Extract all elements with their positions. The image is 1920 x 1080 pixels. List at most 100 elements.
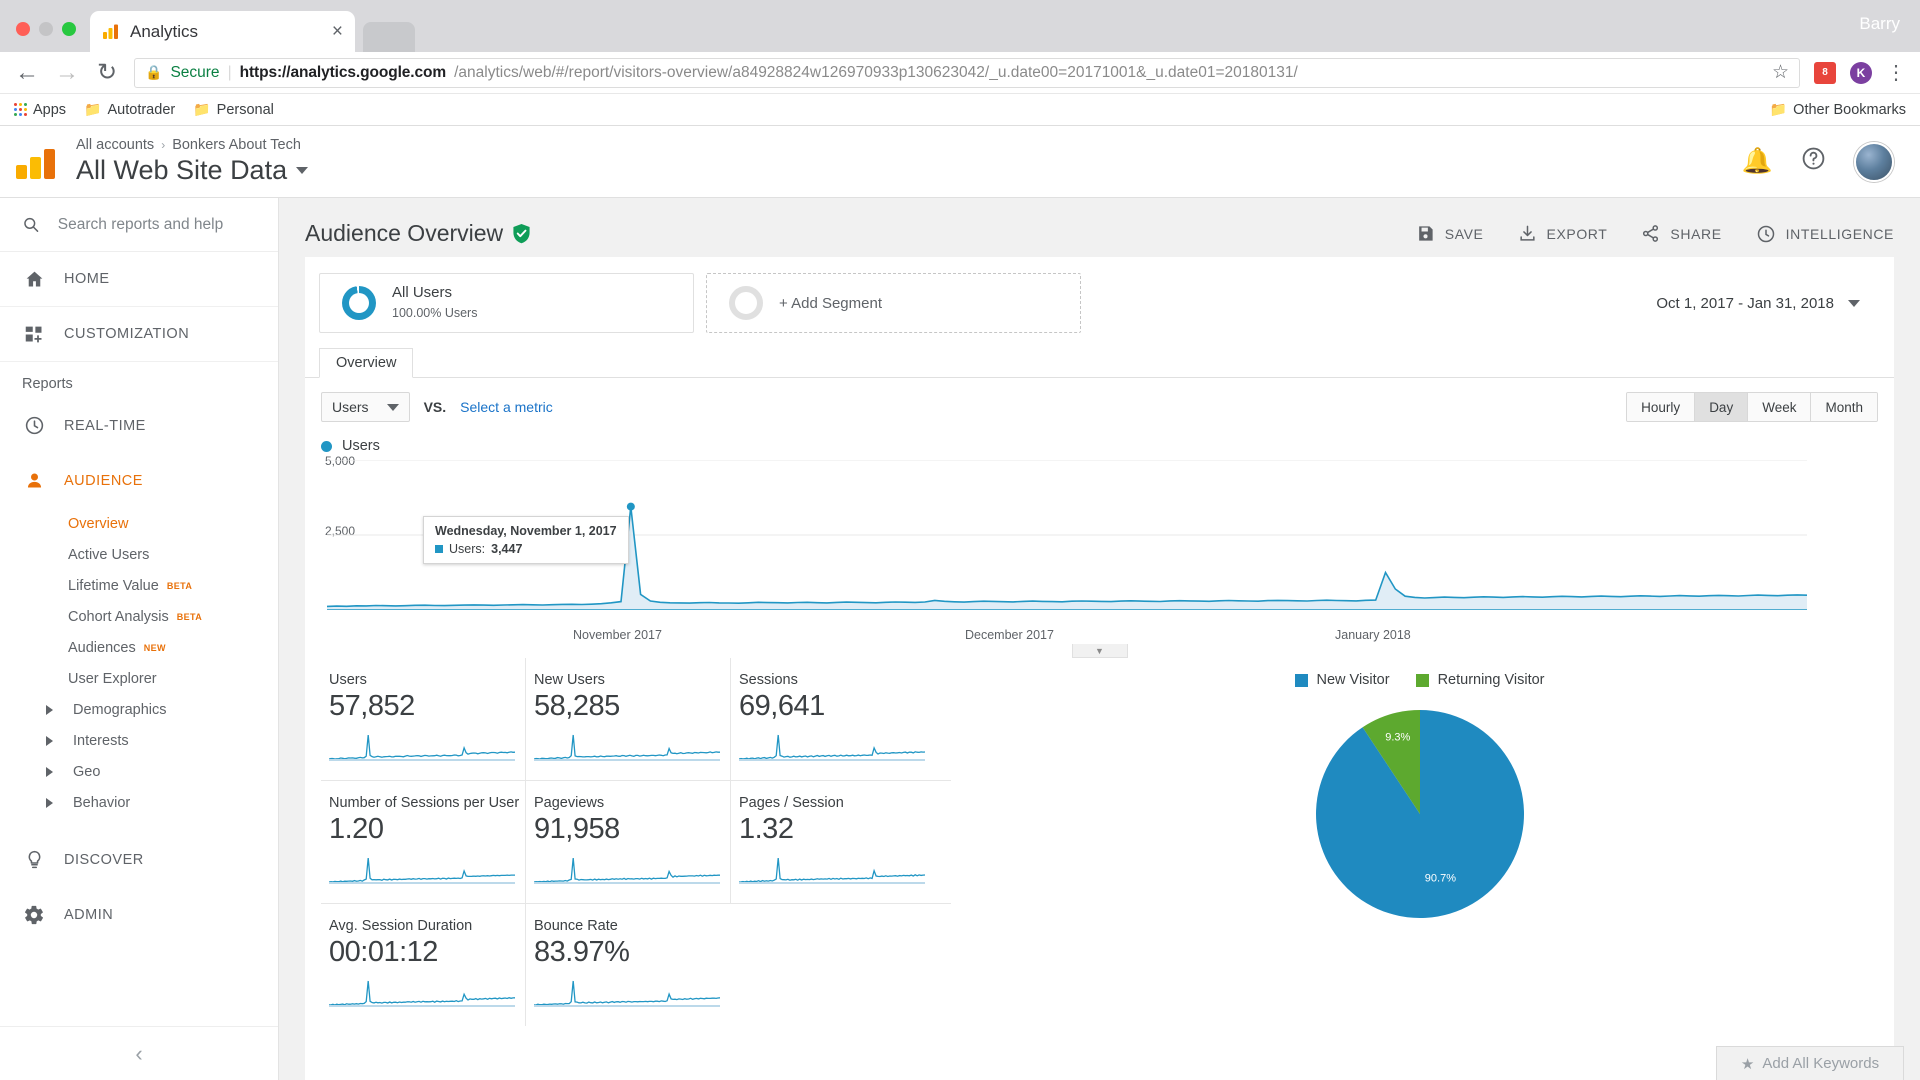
other-bookmarks-label: Other Bookmarks — [1793, 101, 1906, 118]
new-tab-button[interactable] — [363, 22, 415, 52]
browser-tab[interactable]: Analytics × — [90, 11, 355, 52]
add-segment-donut-icon — [729, 286, 763, 320]
vs-label: VS. — [423, 399, 447, 415]
clock-icon — [22, 415, 46, 436]
segment-all-users[interactable]: All Users 100.00% Users — [319, 273, 694, 333]
beta-tag: BETA — [176, 611, 203, 622]
pie-legend-returning-visitor[interactable]: Returning Visitor — [1415, 672, 1545, 688]
back-button[interactable]: ← — [14, 59, 40, 87]
subitem-label: User Explorer — [68, 670, 157, 687]
search-reports-row[interactable] — [0, 198, 278, 252]
address-bar[interactable]: 🔒 Secure | https://analytics.google.com … — [134, 57, 1800, 88]
metric-card-users[interactable]: Users 57,852 — [321, 658, 526, 780]
extension-badge-icon[interactable]: 8 — [1814, 61, 1836, 84]
window-controls[interactable] — [0, 22, 76, 52]
other-bookmarks-button[interactable]: 📁 Other Bookmarks — [1770, 101, 1906, 118]
bookmark-star-icon[interactable]: ☆ — [1772, 61, 1789, 84]
folder-icon: 📁 — [84, 101, 102, 117]
select-metric-link[interactable]: Select a metric — [460, 399, 553, 415]
sidebar-subitem-behavior[interactable]: Behavior — [0, 787, 278, 818]
maximize-window-button[interactable] — [62, 22, 76, 36]
intelligence-button[interactable]: INTELLIGENCE — [1756, 224, 1894, 244]
browser-profile-name[interactable]: Barry — [1859, 14, 1900, 34]
metric-card-sessions-per-user[interactable]: Number of Sessions per User 1.20 — [321, 781, 526, 903]
close-window-button[interactable] — [16, 22, 30, 36]
metric-controls: Users VS. Select a metric Hourly Day Wee… — [305, 378, 1894, 422]
metric-card-pages-per-session[interactable]: Pages / Session 1.32 — [731, 781, 936, 903]
sidebar-item-real-time[interactable]: REAL-TIME — [0, 398, 278, 453]
sidebar-subitem-audiences[interactable]: Audiences NEW — [0, 632, 278, 663]
sidebar-subitem-cohort-analysis[interactable]: Cohort Analysis BETA — [0, 601, 278, 632]
reload-button[interactable]: ↻ — [94, 58, 120, 87]
metric-card-bounce-rate[interactable]: Bounce Rate 83.97% — [526, 904, 731, 1026]
metric-card-pageviews[interactable]: Pageviews 91,958 — [526, 781, 731, 903]
close-tab-button[interactable]: × — [332, 21, 343, 43]
granularity-day[interactable]: Day — [1695, 393, 1749, 421]
sidebar-subitem-lifetime-value[interactable]: Lifetime Value BETA — [0, 570, 278, 601]
action-label: SHARE — [1670, 225, 1722, 242]
sidebar-subitem-active-users[interactable]: Active Users — [0, 539, 278, 570]
user-avatar[interactable] — [1854, 141, 1894, 182]
breadcrumb[interactable]: All accounts › Bonkers About Tech — [76, 137, 308, 153]
breadcrumb-separator: › — [161, 138, 166, 152]
sidebar-item-home[interactable]: HOME — [0, 252, 278, 307]
collapse-sidebar-button[interactable]: ‹ — [0, 1026, 278, 1080]
sparkline — [738, 854, 936, 889]
browser-menu-button[interactable]: ⋮ — [1886, 60, 1906, 85]
bell-icon[interactable]: 🔔 — [1742, 147, 1773, 176]
breadcrumb-all-accounts[interactable]: All accounts — [76, 137, 154, 153]
tooltip-row: Users: 3,447 — [435, 542, 617, 556]
metric-card-sessions[interactable]: Sessions 69,641 — [731, 658, 936, 780]
google-analytics-logo — [16, 145, 58, 179]
primary-metric-select[interactable]: Users — [321, 392, 410, 422]
bookmark-label: Apps — [33, 101, 67, 118]
granularity-week[interactable]: Week — [1748, 393, 1812, 421]
sidebar-subitem-interests[interactable]: Interests — [0, 725, 278, 756]
export-icon — [1519, 225, 1535, 241]
metric-card-avg-session-duration[interactable]: Avg. Session Duration 00:01:12 — [321, 904, 526, 1026]
sidebar-item-customization[interactable]: CUSTOMIZATION — [0, 307, 278, 362]
sidebar-subitem-user-explorer[interactable]: User Explorer — [0, 663, 278, 694]
save-button[interactable]: SAVE — [1416, 224, 1484, 243]
add-segment-button[interactable]: + Add Segment — [706, 273, 1081, 333]
share-button[interactable]: SHARE — [1641, 224, 1721, 243]
chevron-down-icon — [1848, 299, 1860, 307]
breadcrumb-account[interactable]: Bonkers About Tech — [172, 137, 301, 153]
forward-button[interactable]: → — [54, 59, 80, 87]
summary-section: Users 57,852 New Users 58,285 Sessions 6… — [305, 658, 1894, 1026]
pie-legend-new-visitor[interactable]: New Visitor — [1294, 672, 1390, 688]
sidebar-subitem-overview[interactable]: Overview — [0, 508, 278, 539]
date-range-selector[interactable]: Oct 1, 2017 - Jan 31, 2018 — [1656, 273, 1880, 333]
sidebar-subitem-demographics[interactable]: Demographics — [0, 694, 278, 725]
bookmark-personal[interactable]: 📁 Personal — [193, 101, 274, 118]
property-selector[interactable]: All Web Site Data — [76, 155, 309, 186]
sidebar-item-admin[interactable]: ADMIN — [0, 887, 278, 942]
metric-label: Sessions — [739, 672, 798, 688]
sidebar-item-discover[interactable]: DISCOVER — [0, 832, 278, 887]
granularity-month[interactable]: Month — [1811, 393, 1877, 421]
bookmark-apps[interactable]: Apps — [14, 102, 66, 118]
minimize-window-button[interactable] — [39, 22, 53, 36]
search-input[interactable] — [57, 215, 256, 234]
sidebar-item-label: DISCOVER — [64, 851, 144, 868]
metric-card-new-users[interactable]: New Users 58,285 — [526, 658, 731, 780]
add-segment-label: + Add Segment — [779, 294, 882, 312]
subitem-label: Geo — [73, 763, 101, 780]
export-button[interactable]: EXPORT — [1518, 224, 1608, 243]
pie-svg[interactable]: 90.7% 9.3% — [1295, 694, 1545, 944]
chart-drawer-handle[interactable]: ▼ — [1071, 644, 1128, 658]
action-label: INTELLIGENCE — [1785, 225, 1894, 242]
sidebar-item-audience[interactable]: AUDIENCE — [0, 453, 278, 508]
users-timeseries-chart[interactable]: 5,000 2,500 Wednesday, November 1, 2017 … — [305, 454, 1894, 624]
add-all-keywords-button[interactable]: ★ Add All Keywords — [1716, 1046, 1904, 1080]
tab-overview[interactable]: Overview — [319, 348, 414, 378]
help-icon[interactable] — [1801, 146, 1826, 178]
extension-avatar-icon[interactable]: K — [1850, 61, 1872, 84]
bookmark-autotrader[interactable]: 📁 Autotrader — [84, 101, 175, 118]
sidebar-subitem-geo[interactable]: Geo — [0, 756, 278, 787]
analytics-app: All accounts › Bonkers About Tech All We… — [0, 126, 1920, 1080]
granularity-hourly[interactable]: Hourly — [1627, 393, 1696, 421]
sidebar-item-label: ADMIN — [64, 906, 114, 923]
metric-cards-grid: Users 57,852 New Users 58,285 Sessions 6… — [311, 658, 951, 1026]
metric-value: 1.20 — [329, 813, 384, 845]
